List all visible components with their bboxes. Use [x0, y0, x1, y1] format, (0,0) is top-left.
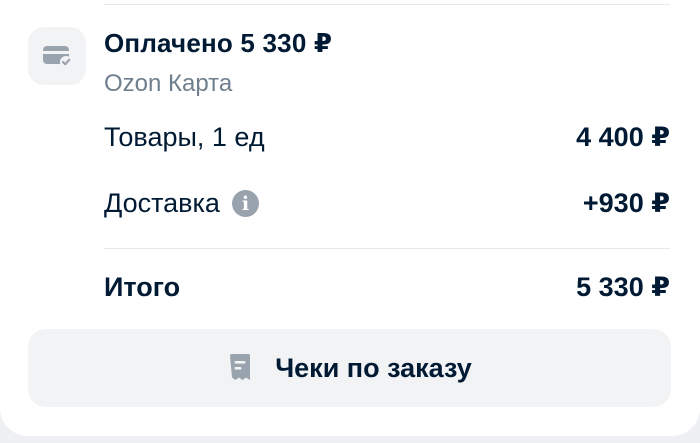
- goods-label: Товары, 1 ед: [104, 122, 265, 152]
- total-divider: [104, 248, 670, 249]
- receipt-icon: [230, 354, 251, 380]
- delivery-value: +930 ₽: [582, 188, 670, 218]
- order-payment-card: Оплачено 5 330 ₽ Ozon Карта Товары, 1 ед…: [0, 0, 700, 436]
- top-divider: [104, 4, 670, 5]
- order-receipts-button[interactable]: Чеки по заказу: [28, 329, 671, 407]
- delivery-row-label: Доставка i: [104, 188, 259, 219]
- info-icon[interactable]: i: [231, 190, 259, 217]
- receipts-button-label: Чеки по заказу: [275, 352, 472, 383]
- total-value: 5 330 ₽: [576, 272, 670, 302]
- goods-value: 4 400 ₽: [576, 122, 670, 152]
- goods-row-label: Товары, 1 ед: [104, 122, 265, 153]
- total-row-label: Итого: [104, 272, 180, 303]
- payment-method-name: Ozon Карта: [104, 70, 233, 97]
- delivery-label: Доставка: [104, 188, 220, 218]
- card-check-icon: [43, 46, 72, 68]
- payment-method-icon-tile: [28, 27, 86, 85]
- total-label: Итого: [104, 272, 181, 302]
- payment-status-title: Оплачено 5 330 ₽: [104, 28, 333, 58]
